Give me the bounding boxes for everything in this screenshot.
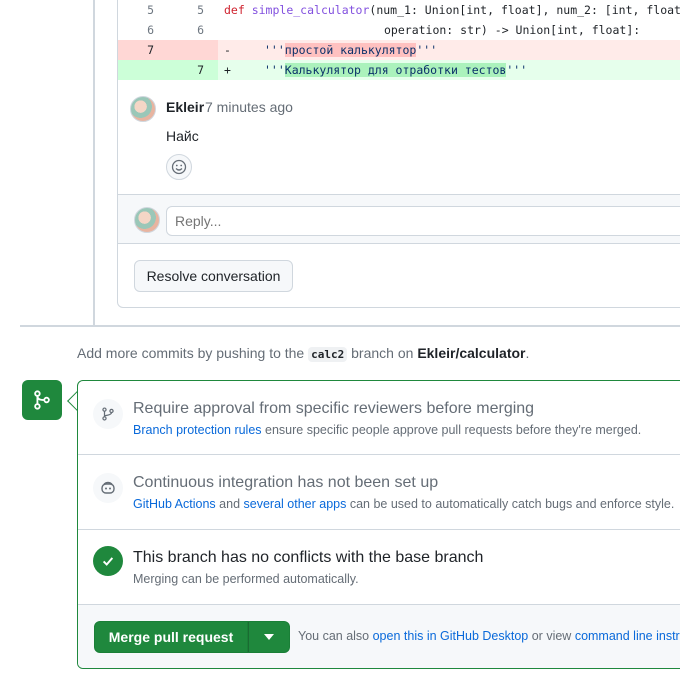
command-line-link[interactable]: command line instructions	[575, 629, 680, 643]
section-subtitle: GitHub Actions and several other apps ca…	[133, 497, 675, 511]
comment-author[interactable]: Ekleir	[166, 99, 204, 115]
merge-status-icon	[22, 380, 62, 420]
smiley-icon	[171, 159, 187, 175]
timeline-line	[93, 0, 95, 326]
branch-protection-link[interactable]: Branch protection rules	[133, 423, 262, 437]
diff-row: 5 5 def simple_calculator(num_1: Union[i…	[118, 0, 680, 20]
old-line-number[interactable]	[118, 60, 168, 80]
check-icon	[93, 546, 123, 576]
branch-icon	[93, 399, 123, 429]
section-title: Continuous integration has not been set …	[133, 474, 439, 491]
copilot-icon	[93, 473, 123, 503]
separator	[20, 325, 680, 327]
old-line-number[interactable]: 5	[118, 0, 168, 20]
merge-pull-request-button[interactable]: Merge pull request	[94, 621, 248, 653]
diff-row-added: 7 + '''Калькулятор для отработки тестов''…	[118, 60, 680, 80]
add-reaction-button[interactable]	[166, 154, 192, 180]
code-line: + '''Калькулятор для отработки тестов'''	[224, 63, 528, 77]
repo-name[interactable]: Ekleir/calculator	[417, 345, 525, 361]
conflicts-section: This branch has no conflicts with the ba…	[78, 530, 680, 605]
comment-time[interactable]: 7 minutes ago	[205, 99, 293, 115]
reply-bar	[118, 194, 680, 244]
new-line-number[interactable]: 5	[168, 0, 218, 20]
section-title: Require approval from specific reviewers…	[133, 400, 535, 417]
merge-alternatives: You can also open this in GitHub Desktop…	[298, 629, 680, 643]
comment-body: Найс	[166, 128, 199, 144]
old-line-number[interactable]: 7	[118, 40, 168, 60]
new-line-number[interactable]	[168, 40, 218, 60]
avatar	[134, 207, 160, 233]
diff-row: 6 6 operation: str) -> Union[int, float]…	[118, 20, 680, 40]
code-line: operation: str) -> Union[int, float]:	[384, 23, 641, 37]
section-subtitle: Branch protection rules ensure specific …	[133, 423, 642, 437]
review-thread: 5 5 def simple_calculator(num_1: Union[i…	[117, 0, 680, 308]
section-subtitle: Merging can be performed automatically.	[133, 572, 359, 586]
branch-name: calc2	[308, 347, 348, 362]
section-title: This branch has no conflicts with the ba…	[133, 549, 484, 566]
avatar[interactable]	[130, 96, 156, 122]
triangle-down-icon	[264, 634, 274, 640]
code-line: - '''простой калькулятор'''	[224, 43, 438, 57]
diff-row-deleted: 7 - '''простой калькулятор'''	[118, 40, 680, 60]
new-line-number[interactable]: 7	[168, 60, 218, 80]
git-merge-icon	[34, 390, 50, 410]
other-apps-link[interactable]: several other apps	[244, 497, 347, 511]
merge-options-dropdown[interactable]	[248, 621, 290, 653]
new-line-number[interactable]: 6	[168, 20, 218, 40]
github-actions-link[interactable]: GitHub Actions	[133, 497, 216, 511]
review-requirement-section: Require approval from specific reviewers…	[78, 381, 680, 455]
reply-input[interactable]	[166, 206, 680, 236]
code-line: def simple_calculator(num_1: Union[int, …	[224, 3, 680, 17]
old-line-number[interactable]: 6	[118, 20, 168, 40]
github-desktop-link[interactable]: open this in GitHub Desktop	[373, 629, 529, 643]
resolve-conversation-button[interactable]: Resolve conversation	[134, 260, 293, 292]
merge-footer: Merge pull request You can also open thi…	[78, 605, 680, 668]
ci-section: Continuous integration has not been set …	[78, 455, 680, 530]
merge-box: Require approval from specific reviewers…	[77, 380, 680, 669]
add-commits-note: Add more commits by pushing to the calc2…	[77, 345, 530, 362]
